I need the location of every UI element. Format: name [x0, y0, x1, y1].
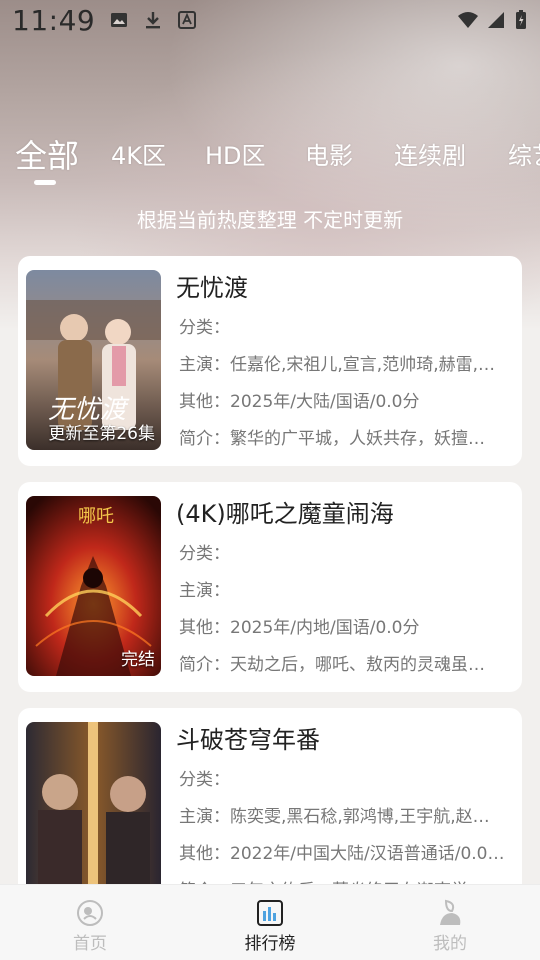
tab-series[interactable]: 连续剧 [394, 136, 466, 176]
item-cast: 主演：任嘉伦,宋祖儿,宣言,范帅琦,赫雷,… [179, 355, 496, 375]
list-item[interactable]: 无忧渡 更新至第26集 无忧渡 分类： 主演：任嘉伦,宋祖儿,宣言,范帅琦,赫雷… [18, 256, 522, 466]
ranking-subtitle: 根据当前热度整理 不定时更新 [136, 208, 404, 232]
nav-ranking-label: 排行榜 [244, 934, 296, 954]
item-title[interactable]: (4K)哪吒之魔童闹海 [176, 496, 511, 532]
ranking-icon [257, 900, 283, 926]
item-other: 其他：2025年/大陆/国语/0.0分 [179, 392, 420, 412]
download-icon [146, 12, 161, 29]
status-badge: 完结 [121, 650, 155, 670]
battery-charging-icon [516, 10, 526, 29]
wifi-icon [458, 12, 478, 28]
poster-image[interactable]: 哪吒 完结 [26, 496, 161, 676]
gallery-icon [111, 13, 128, 27]
item-other: 其他：2025年/内地/国语/0.0分 [179, 618, 420, 638]
bottom-navigation: 首页 排行榜 我的 [0, 884, 540, 960]
nav-ranking[interactable]: 排行榜 [180, 885, 360, 960]
status-time: 11:49 [12, 3, 96, 37]
episode-badge: 更新至第26集 [48, 424, 155, 444]
nav-profile[interactable]: 我的 [360, 885, 540, 960]
list-item[interactable]: 哪吒 完结 (4K)哪吒之魔童闹海 分类： 主演： 其他：2025年/内地/国语… [18, 482, 522, 692]
nav-profile-label: 我的 [433, 934, 467, 954]
tab-all[interactable]: 全部 [15, 136, 79, 178]
item-cast: 主演： [179, 581, 230, 601]
tab-4k[interactable]: 4K区 [111, 136, 166, 176]
profile-icon [440, 899, 461, 925]
tab-variety[interactable]: 综艺 [508, 136, 540, 176]
item-other: 其他：2022年/中国大陆/汉语普通话/0.0… [179, 844, 505, 864]
nav-home[interactable]: 首页 [0, 885, 180, 960]
item-title[interactable]: 斗破苍穹年番 [176, 722, 511, 758]
svg-text:哪吒: 哪吒 [78, 506, 114, 527]
signal-icon [488, 12, 504, 28]
category-tabs: 全部 4K区 HD区 电影 连续剧 综艺 [0, 136, 540, 188]
font-app-icon [178, 11, 197, 29]
tab-movie[interactable]: 电影 [305, 136, 353, 176]
item-cast: 主演：陈奕雯,黑石稔,郭鸿博,王宇航,赵… [179, 807, 490, 827]
active-tab-indicator [34, 180, 56, 185]
nav-home-label: 首页 [73, 934, 107, 954]
poster-image[interactable] [26, 722, 161, 902]
status-bar: 11:49 [0, 0, 540, 40]
item-category: 分类： [179, 318, 230, 338]
tab-hd[interactable]: HD区 [205, 136, 266, 176]
home-icon [77, 900, 103, 926]
item-title[interactable]: 无忧渡 [176, 270, 511, 306]
poster-image[interactable]: 无忧渡 更新至第26集 [26, 270, 161, 450]
item-intro: 简介：天劫之后，哪吒、敖丙的灵魂虽… [179, 655, 485, 675]
item-category: 分类： [179, 770, 230, 790]
item-intro: 简介：繁华的广平城，人妖共存，妖擅… [179, 429, 485, 449]
item-category: 分类： [179, 544, 230, 564]
